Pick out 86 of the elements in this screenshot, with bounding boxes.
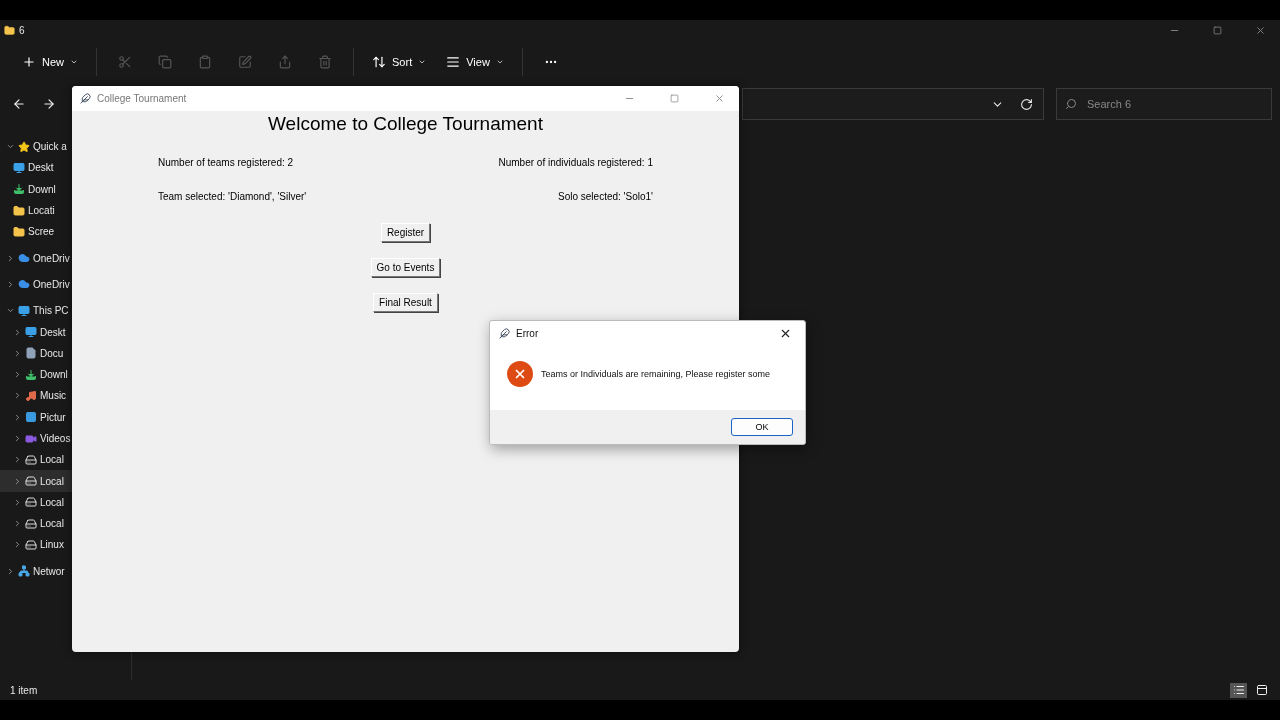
- sidebar-item[interactable]: Deskt: [0, 321, 72, 343]
- error-icon: [507, 360, 533, 387]
- desktop-icon: [25, 326, 37, 338]
- teams-count-text: Number of teams registered: 2: [158, 156, 294, 168]
- cloud-icon: [18, 252, 30, 265]
- solo-selection-text: Solo selected: 'Solo1': [558, 190, 653, 202]
- desktop-icon: [13, 161, 25, 174]
- chevron-right-icon[interactable]: [6, 279, 15, 289]
- view-button[interactable]: View: [438, 47, 512, 77]
- sort-button[interactable]: Sort: [364, 47, 435, 77]
- ok-button[interactable]: OK: [731, 418, 793, 436]
- sidebar-item[interactable]: Local: [0, 491, 72, 514]
- status-text: 1 item: [10, 684, 38, 696]
- action-button[interactable]: Register: [380, 223, 431, 242]
- download-icon: [25, 368, 37, 381]
- sidebar-item[interactable]: Local: [0, 513, 72, 535]
- heading: Welcome to College Tournament: [268, 113, 543, 136]
- folder-icon: [13, 225, 25, 238]
- drive-icon: [25, 496, 37, 509]
- caret-icon: [70, 58, 78, 66]
- sidebar-item[interactable]: Local: [0, 470, 72, 492]
- folder-icon: [4, 24, 15, 36]
- refresh-icon[interactable]: [1020, 97, 1033, 111]
- drive-icon: [25, 539, 37, 551]
- address-field[interactable]: [742, 88, 1044, 120]
- music-icon: [25, 389, 37, 402]
- chevron-right-icon[interactable]: [6, 253, 15, 263]
- drive-icon: [25, 475, 37, 488]
- new-button[interactable]: New: [14, 47, 86, 77]
- network-icon: [18, 565, 30, 578]
- download-icon: [13, 183, 25, 196]
- chevron-right-icon[interactable]: [13, 391, 22, 401]
- new-icon: [22, 55, 36, 69]
- action-button[interactable]: Go to Events: [370, 258, 441, 277]
- sidebar-item[interactable]: Networ: [0, 560, 72, 582]
- chevron-right-icon[interactable]: [13, 519, 22, 529]
- drive-icon: [25, 453, 37, 466]
- sort-icon: [372, 55, 386, 69]
- folder-icon: [13, 204, 25, 217]
- individuals-count-text: Number of individuals registered: 1: [498, 156, 653, 168]
- chevron-right-icon[interactable]: [13, 455, 22, 465]
- chevron-right-icon[interactable]: [6, 566, 15, 576]
- chevron-right-icon[interactable]: [13, 370, 22, 380]
- sidebar-item[interactable]: Quick a: [0, 136, 72, 158]
- caret-icon: [495, 58, 504, 66]
- sidebar-item[interactable]: OneDriv: [0, 247, 72, 269]
- cloud-icon: [18, 278, 30, 291]
- view-icon: [446, 55, 461, 69]
- sidebar-item[interactable]: Docu: [0, 342, 72, 364]
- sidebar-item[interactable]: Scree: [0, 221, 72, 243]
- dialog-title: Error: [516, 327, 539, 339]
- team-selection-text: Team selected: 'Diamond', 'Silver': [158, 190, 307, 202]
- chevron-right-icon[interactable]: [13, 476, 22, 486]
- chevron-right-icon[interactable]: [13, 434, 22, 443]
- docs-icon: [25, 347, 37, 360]
- sidebar-item[interactable]: This PC: [0, 300, 72, 322]
- sidebar-item[interactable]: Local: [0, 449, 72, 471]
- sidebar-item[interactable]: Locati: [0, 199, 72, 222]
- sidebar-item[interactable]: Downl: [0, 178, 72, 200]
- feather-icon: [80, 93, 91, 104]
- details-view-button[interactable]: [1230, 682, 1247, 698]
- chevron-right-icon[interactable]: [13, 327, 22, 337]
- feather-icon: [499, 327, 510, 339]
- sidebar-item[interactable]: OneDriv: [0, 273, 72, 296]
- search-field[interactable]: Search 6: [1056, 88, 1272, 120]
- chevron-right-icon[interactable]: [13, 412, 22, 422]
- pictures-icon: [25, 411, 37, 424]
- caret-icon: [418, 58, 427, 66]
- window-title: College Tournament: [97, 93, 187, 104]
- pc-icon: [18, 304, 30, 317]
- chevron-right-icon[interactable]: [13, 348, 22, 358]
- action-button[interactable]: Final Result: [373, 293, 438, 312]
- sidebar-item[interactable]: Deskt: [0, 157, 72, 179]
- window-title: 6: [19, 24, 25, 36]
- sidebar-item[interactable]: Videos: [0, 427, 72, 450]
- drive-icon: [25, 517, 37, 530]
- sidebar-item[interactable]: Pictur: [0, 406, 72, 428]
- star-icon: [18, 140, 30, 153]
- chevron-right-icon[interactable]: [13, 497, 22, 507]
- videos-icon: [25, 432, 37, 445]
- sidebar-item[interactable]: Linux: [0, 534, 72, 556]
- search-icon: [1065, 98, 1077, 110]
- sidebar-item[interactable]: Downl: [0, 363, 72, 386]
- chevron-right-icon[interactable]: [13, 540, 22, 550]
- error-message: Teams or Individuals are remaining, Please register some: [541, 368, 771, 379]
- sidebar-item[interactable]: Music: [0, 385, 72, 407]
